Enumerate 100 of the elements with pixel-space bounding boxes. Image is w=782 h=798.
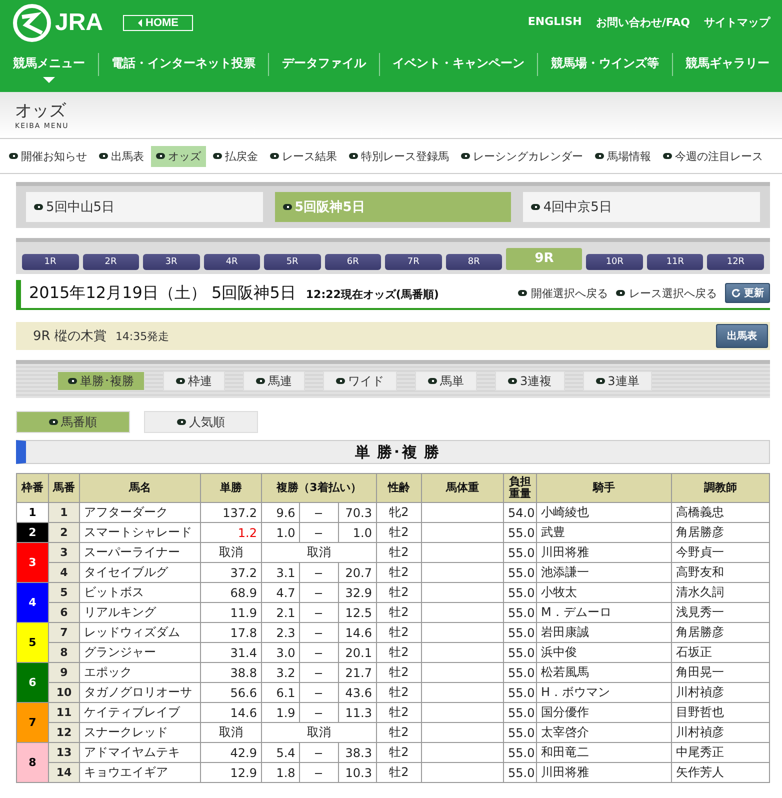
sub-nav-item[interactable]: 特別レース登録馬 <box>344 146 454 166</box>
horse-name: アフターダーク <box>80 502 200 522</box>
bet-type-tab[interactable]: 3連単 <box>582 371 652 391</box>
trainer-name: 角居勝彦 <box>672 522 770 542</box>
column-header: 馬体重 <box>422 474 504 502</box>
win-odds: 37.2 <box>200 562 262 582</box>
horse-number: 8 <box>48 642 80 662</box>
trainer-name: 川村禎彦 <box>672 682 770 702</box>
carried-weight: 55.0 <box>504 702 536 722</box>
place-odds-high: 32.9 <box>338 582 376 602</box>
frame-number: 5 <box>16 622 48 662</box>
venue-tab[interactable]: 4回中京5日 <box>523 192 760 222</box>
frame-number: 2 <box>16 522 48 542</box>
start-time: 14:35発走 <box>115 329 170 344</box>
win-odds: 17.8 <box>200 622 262 642</box>
bullet-icon <box>270 153 279 159</box>
frame-number: 6 <box>16 662 48 702</box>
place-odds-low: 6.1 <box>262 682 300 702</box>
sub-nav-item[interactable]: 今週の注目レース <box>658 146 768 166</box>
race-tab[interactable]: 3R <box>143 254 200 270</box>
win-odds: 31.4 <box>200 642 262 662</box>
sub-nav-item[interactable]: レース結果 <box>265 146 342 166</box>
horse-number: 12 <box>48 722 80 742</box>
sub-nav-item[interactable]: オッズ <box>151 146 206 166</box>
bullet-icon <box>663 153 672 159</box>
race-tab[interactable]: 4R <box>204 254 260 270</box>
entry-list-button[interactable]: 出馬表 <box>716 324 768 348</box>
carried-weight: 55.0 <box>504 522 536 542</box>
sub-nav-item[interactable]: 出馬表 <box>94 146 149 166</box>
win-odds: 56.6 <box>200 682 262 702</box>
bullet-icon <box>508 378 517 384</box>
back-link[interactable]: 開催選択へ戻る <box>518 286 608 300</box>
horse-name: スナークレッド <box>80 722 200 742</box>
venue-tab[interactable]: 5回中山5日 <box>26 192 263 222</box>
odds-timestamp: 12:22現在オッズ(馬番順) <box>306 286 439 302</box>
bullet-icon <box>256 378 265 384</box>
horse-name: スーパーライナー <box>80 542 200 562</box>
bullet-icon <box>595 153 604 159</box>
horse-number: 11 <box>48 702 80 722</box>
race-tab[interactable]: 6R <box>324 254 382 270</box>
bullet-icon <box>596 378 605 384</box>
race-tab[interactable]: 10R <box>586 254 643 270</box>
race-tab[interactable]: 5R <box>264 254 321 270</box>
column-header: 性齢 <box>376 474 422 502</box>
sex-age: 牡2 <box>376 682 422 702</box>
carried-weight: 55.0 <box>504 562 536 582</box>
sub-nav-item[interactable]: 開催お知らせ <box>4 146 92 166</box>
race-tab[interactable]: 7R <box>385 254 442 270</box>
race-tab[interactable]: 8R <box>446 254 502 270</box>
refresh-button[interactable]: 更新 <box>725 283 770 303</box>
sex-age: 牡2 <box>376 582 422 602</box>
jockey-name: 池添謙一 <box>536 562 672 582</box>
bullet-icon <box>428 378 437 384</box>
back-link[interactable]: レース選択へ戻る <box>616 286 717 300</box>
race-tab[interactable]: 11R <box>646 254 704 270</box>
place-odds-low: 3.0 <box>262 642 300 662</box>
range-dash <box>300 602 338 622</box>
frame-number: 8 <box>16 742 48 782</box>
page-title: オッズ <box>15 102 67 120</box>
bet-type-tab[interactable]: 馬連 <box>243 371 305 391</box>
bullet-icon <box>518 290 527 296</box>
win-odds: 取消 <box>200 542 262 562</box>
range-dash <box>300 742 338 762</box>
sub-nav-item[interactable]: レーシングカレンダー <box>456 146 588 166</box>
logo-icon[interactable] <box>12 2 52 42</box>
place-odds-high: 10.3 <box>338 762 376 782</box>
bet-type-tab[interactable]: 3連複 <box>495 371 565 391</box>
carried-weight: 55.0 <box>504 742 536 762</box>
horse-number: 7 <box>48 622 80 642</box>
place-odds-low: 4.7 <box>262 582 300 602</box>
place-odds-high: 21.7 <box>338 662 376 682</box>
refresh-icon <box>731 288 741 298</box>
bet-type-tab[interactable]: 枠連 <box>163 371 225 391</box>
frame-number: 3 <box>16 542 48 582</box>
race-tab[interactable]: 1R <box>22 254 79 270</box>
place-odds-high: 14.6 <box>338 622 376 642</box>
column-header: 騎手 <box>536 474 672 502</box>
column-header: 負担重量 <box>504 474 536 502</box>
trainer-name: 石坂正 <box>672 642 770 662</box>
bet-type-tab[interactable]: 馬単 <box>415 371 477 391</box>
jockey-name: 和田竜二 <box>536 742 672 762</box>
trainer-name: 川村禎彦 <box>672 722 770 742</box>
horse-name: エポック <box>80 662 200 682</box>
bet-type-tab[interactable]: ワイド <box>323 371 397 391</box>
place-odds-low: 9.6 <box>262 502 300 522</box>
win-odds: 137.2 <box>200 502 262 522</box>
bet-type-tab[interactable]: 単勝･複勝 <box>57 371 145 391</box>
jockey-name: 小牧太 <box>536 582 672 602</box>
win-odds: 12.9 <box>200 762 262 782</box>
race-tab[interactable]: 2R <box>82 254 140 270</box>
sort-tab[interactable]: 人気順 <box>144 411 258 433</box>
carried-weight: 55.0 <box>504 762 536 782</box>
place-odds-high: 70.3 <box>338 502 376 522</box>
sort-tab[interactable]: 馬番順 <box>16 411 130 433</box>
race-tab[interactable]: 12R <box>707 254 764 270</box>
place-odds-low: 1.9 <box>262 702 300 722</box>
sub-nav-item[interactable]: 払戻金 <box>208 146 263 166</box>
sub-nav-item[interactable]: 馬場情報 <box>590 146 656 166</box>
column-header: 調教師 <box>672 474 770 502</box>
horse-number: 13 <box>48 742 80 762</box>
